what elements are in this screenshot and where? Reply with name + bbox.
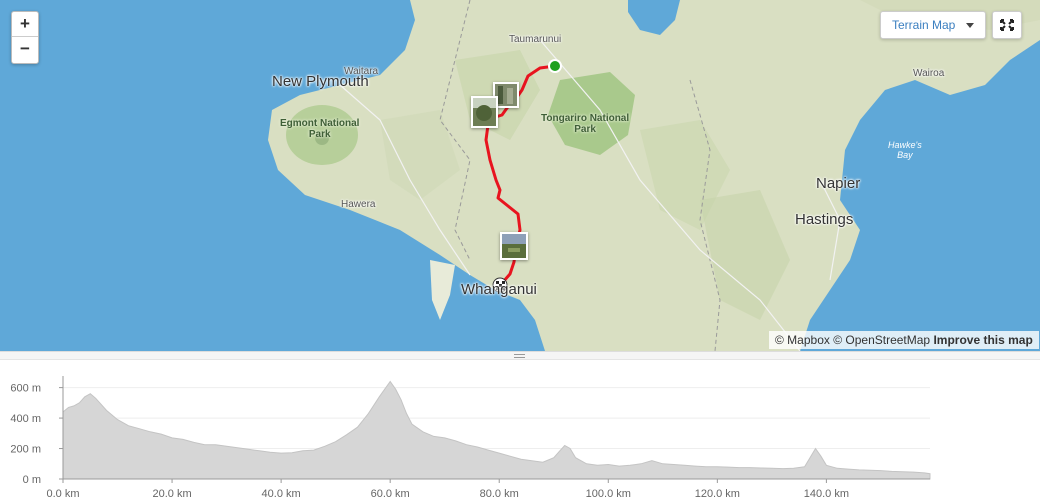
place-hawera: Hawera <box>341 199 376 210</box>
x-tick-label: 20.0 km <box>152 488 191 500</box>
x-tick-label: 60.0 km <box>371 488 410 500</box>
resize-handle[interactable] <box>0 351 1040 360</box>
place-whanganui: Whanganui <box>461 281 537 298</box>
map-type-label: Terrain Map <box>892 18 956 32</box>
map-type-dropdown[interactable]: Terrain Map <box>880 11 986 39</box>
place-wairoa: Wairoa <box>913 68 945 79</box>
route-photo-thumbnail[interactable] <box>471 96 498 128</box>
caret-down-icon <box>966 23 974 28</box>
place-hastings: Hastings <box>795 211 854 228</box>
zoom-control: + − <box>11 11 39 64</box>
y-tick-label: 0 m <box>23 474 41 486</box>
elevation-area <box>62 380 931 480</box>
y-tick-label: 600 m <box>10 383 41 395</box>
drag-grip-icon <box>514 354 525 358</box>
photo-image-icon <box>473 98 496 126</box>
photo-image-icon <box>495 84 517 106</box>
elevation-chart: 0 m 200 m 400 m 600 m 0.0 km 20.0 km 40.0 km 60… <box>10 376 931 500</box>
x-tick-label: 40.0 km <box>262 488 301 500</box>
place-egmont-park: Egmont National Park <box>280 118 360 140</box>
mapbox-attribution-link[interactable]: © Mapbox <box>775 333 830 347</box>
place-new-plymouth: New Plymouth <box>272 73 369 90</box>
map-canvas[interactable]: Taumarunui Waitara New Plymouth Egmont N… <box>0 0 1040 351</box>
fullscreen-button[interactable] <box>992 11 1022 39</box>
x-tick-label: 120.0 km <box>695 488 740 500</box>
y-tick-label: 400 m <box>10 413 41 425</box>
route-photo-thumbnail[interactable] <box>500 232 528 260</box>
x-tick-label: 80.0 km <box>480 488 519 500</box>
place-tongariro-park: Tongariro National Park <box>541 113 630 135</box>
photo-image-icon <box>502 234 526 258</box>
map-basemap <box>268 0 1040 351</box>
route-start-marker <box>548 59 562 73</box>
zoom-out-button[interactable]: − <box>12 37 38 62</box>
map-attribution: © Mapbox © OpenStreetMap Improve this ma… <box>769 331 1039 349</box>
x-tick-label: 0.0 km <box>46 488 79 500</box>
osm-attribution-link[interactable]: © OpenStreetMap <box>833 333 930 347</box>
zoom-in-button[interactable]: + <box>12 12 38 37</box>
y-tick-label: 200 m <box>10 444 41 456</box>
x-tick-label: 140.0 km <box>804 488 849 500</box>
x-tick-label: 100.0 km <box>586 488 631 500</box>
improve-map-link[interactable]: Improve this map <box>933 333 1032 347</box>
place-hawkes-bay: Hawke's Bay <box>888 140 922 160</box>
fullscreen-icon <box>1000 19 1014 31</box>
place-napier: Napier <box>816 175 861 192</box>
place-taumarunui: Taumarunui <box>509 34 562 45</box>
elevation-profile[interactable]: 0 m 200 m 400 m 600 m 0.0 km 20.0 km 40.0 km 60… <box>0 360 1040 500</box>
